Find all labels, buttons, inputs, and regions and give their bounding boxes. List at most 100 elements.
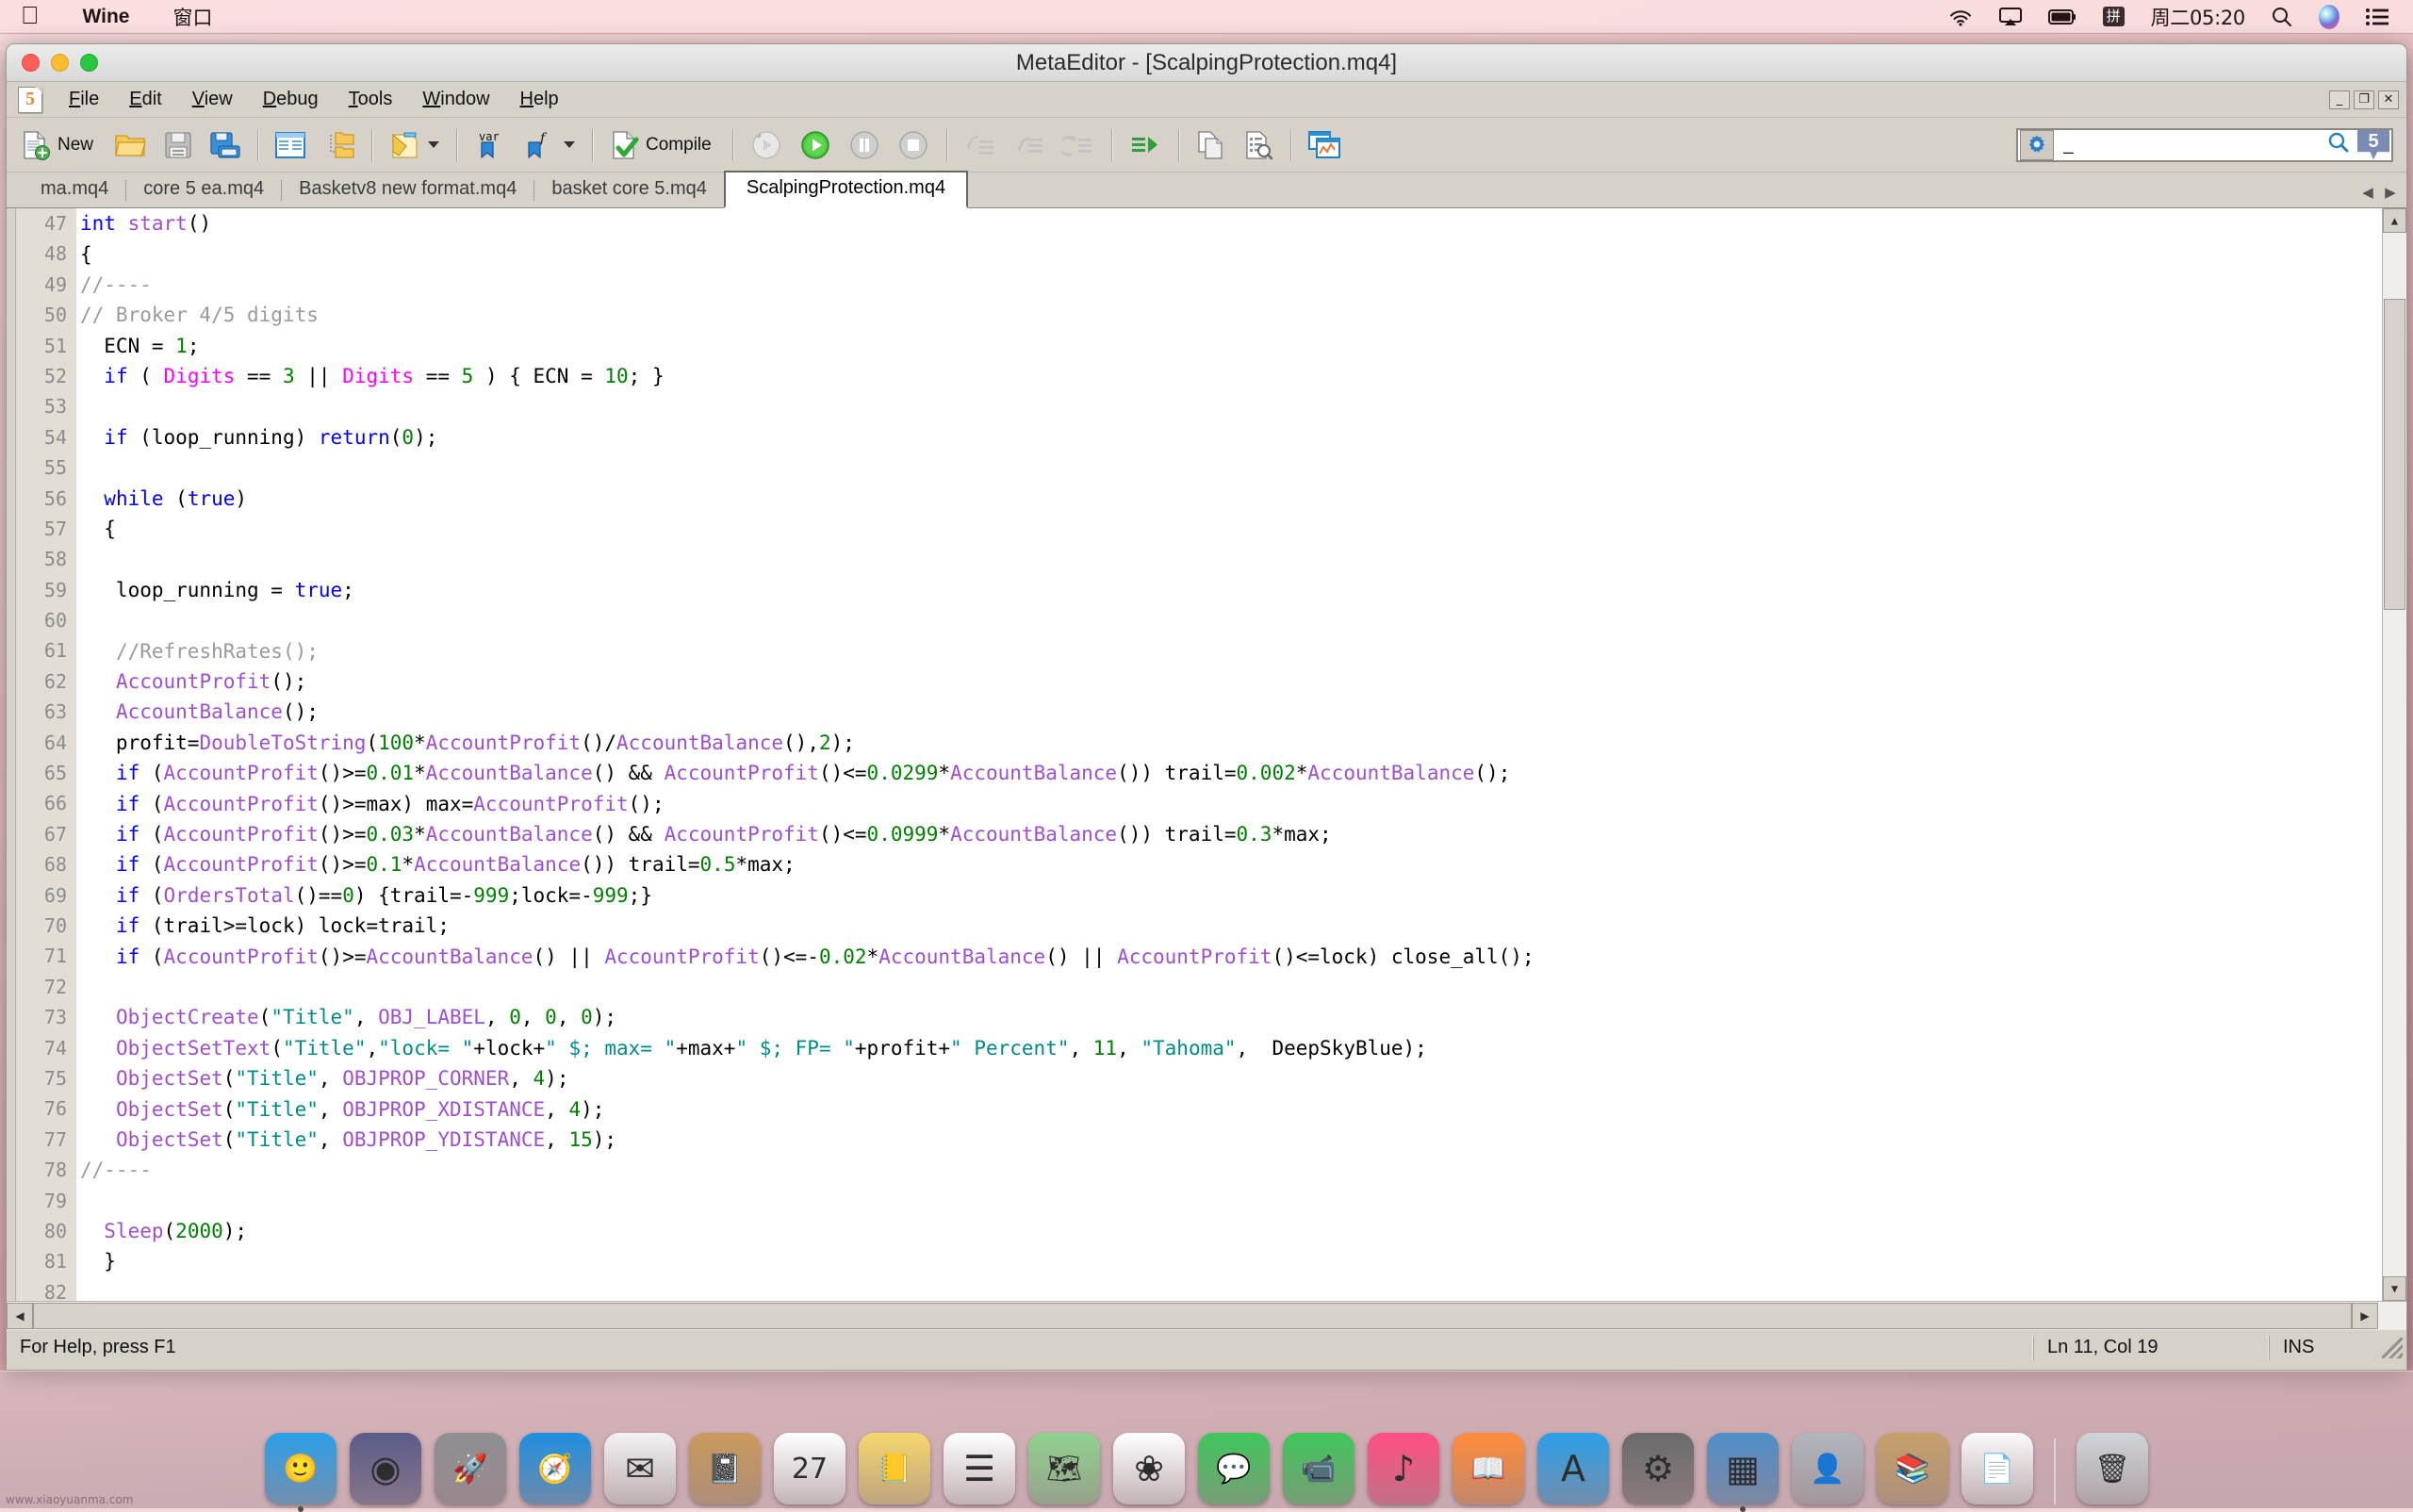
line-content[interactable]: ObjectSetText("Title","lock= "+lock+" $;…	[76, 1037, 1427, 1060]
line-content[interactable]	[76, 609, 92, 632]
line-content[interactable]: Sleep(2000);	[76, 1220, 247, 1242]
search-icon[interactable]	[2320, 131, 2357, 158]
code-line[interactable]: 75 ObjectSet("Title", OBJPROP_CORNER, 4)…	[16, 1063, 2406, 1093]
line-content[interactable]: ObjectSet("Title", OBJPROP_YDISTANCE, 15…	[76, 1128, 616, 1151]
menubar-app-name[interactable]: Wine	[83, 6, 130, 28]
line-content[interactable]: if ( Digits == 3 || Digits == 5 ) { ECN …	[76, 365, 665, 387]
line-content[interactable]: //----	[76, 273, 152, 296]
notes-button[interactable]	[382, 123, 447, 168]
tab-basket-core-5-mq4[interactable]: basket core 5.mq4	[534, 173, 724, 207]
line-content[interactable]: }	[76, 1250, 116, 1273]
code-line[interactable]: 68 if (AccountProfit()>=0.1*AccountBalan…	[16, 849, 2406, 879]
code-line[interactable]: 80 Sleep(2000);	[16, 1216, 2406, 1246]
line-content[interactable]: AccountProfit();	[76, 670, 306, 693]
wifi-icon[interactable]	[1948, 8, 1973, 26]
dock-item-trash[interactable]: 🗑	[2076, 1433, 2148, 1504]
line-content[interactable]: {	[76, 243, 92, 266]
line-content[interactable]: if (OrdersTotal()==0) {trail=-999;lock=-…	[76, 884, 652, 907]
code-line[interactable]: 67 if (AccountProfit()>=0.03*AccountBala…	[16, 819, 2406, 849]
code-line[interactable]: 50// Broker 4/5 digits	[16, 300, 2406, 330]
line-content[interactable]: profit=DoubleToString(100*AccountProfit(…	[76, 731, 855, 754]
step-back-button[interactable]	[743, 123, 790, 168]
code-line[interactable]: 76 ObjectSet("Title", OBJPROP_XDISTANCE,…	[16, 1093, 2406, 1124]
terminal-button[interactable]	[1301, 123, 1348, 168]
code-viewport[interactable]: 47int start()48{49//----50// Broker 4/5 …	[16, 208, 2406, 1301]
dock-item-maps[interactable]: 🗺	[1028, 1433, 1100, 1504]
scroll-up-button[interactable]: ▲	[2383, 208, 2406, 233]
code-line[interactable]: 79	[16, 1186, 2406, 1216]
line-content[interactable]	[76, 1190, 92, 1212]
dock-item-launchpad[interactable]: 🚀	[435, 1433, 506, 1504]
line-content[interactable]: if (AccountProfit()>=AccountBalance() ||…	[76, 945, 1535, 968]
pause-button[interactable]	[841, 123, 888, 168]
airplay-icon[interactable]	[1999, 8, 2022, 26]
dock-item-system-preferences[interactable]: ⚙	[1622, 1433, 1694, 1504]
properties-button[interactable]	[1236, 123, 1281, 168]
insert-function-button[interactable]: f	[516, 123, 583, 168]
code-line[interactable]: 47int start()	[16, 208, 2406, 238]
line-content[interactable]: if (AccountProfit()>=0.1*AccountBalance(…	[76, 853, 796, 876]
tab-basketv8-new-format-mq4[interactable]: Basketv8 new format.mq4	[282, 173, 533, 207]
code-line[interactable]: 53	[16, 391, 2406, 421]
line-content[interactable]: ObjectCreate("Title", OBJ_LABEL, 0, 0, 0…	[76, 1006, 616, 1028]
code-line[interactable]: 72	[16, 972, 2406, 1002]
tab-ma-mq4[interactable]: ma.mq4	[24, 173, 125, 207]
menu-debug[interactable]: Debug	[248, 85, 334, 114]
code-editor[interactable]: 47int start()48{49//----50// Broker 4/5 …	[7, 208, 2406, 1301]
tab-prev-button[interactable]: ◀	[2357, 181, 2378, 204]
menu-help[interactable]: Help	[505, 85, 574, 114]
line-content[interactable]: AccountBalance();	[76, 700, 319, 723]
search-box[interactable]: 5	[2016, 128, 2393, 162]
editor-horizontal-scrollbar[interactable]: ◀ ▶	[7, 1301, 2406, 1329]
mdi-close-button[interactable]: ✕	[2378, 90, 2399, 109]
spotlight-icon[interactable]	[2272, 7, 2292, 27]
notes-dropdown-caret[interactable]	[428, 141, 439, 148]
code-line[interactable]: 78//----	[16, 1155, 2406, 1185]
dock-item-calendar[interactable]: 27	[774, 1433, 845, 1504]
folder-tree-button[interactable]	[315, 123, 362, 168]
dock-item-safari[interactable]: 🧭	[519, 1433, 591, 1504]
dock-item-itunes[interactable]: ♪	[1368, 1433, 1439, 1504]
navigator-button[interactable]	[268, 123, 313, 168]
dock-item-facetime[interactable]: 📹	[1283, 1433, 1354, 1504]
dock-item-appstore[interactable]: A	[1537, 1433, 1609, 1504]
code-line[interactable]: 58	[16, 544, 2406, 574]
line-content[interactable]: {	[76, 518, 116, 540]
save-all-button[interactable]	[203, 123, 248, 168]
line-content[interactable]: if (loop_running) return(0);	[76, 426, 437, 449]
vertical-scroll-thumb[interactable]	[2384, 299, 2405, 610]
editor-vertical-scrollbar[interactable]: ▲ ▼	[2382, 208, 2406, 1301]
code-line[interactable]: 59 loop_running = true;	[16, 575, 2406, 605]
dock-item-messages[interactable]: 💬	[1198, 1433, 1270, 1504]
code-line[interactable]: 60	[16, 605, 2406, 635]
metaeditor-app-icon[interactable]: 5	[18, 87, 42, 113]
dock-item-mail[interactable]: ✉	[604, 1433, 676, 1504]
dock-item-user[interactable]: 👤	[1792, 1433, 1863, 1504]
line-content[interactable]: int start()	[76, 212, 211, 235]
compile-button[interactable]: Compile	[602, 123, 723, 168]
code-line[interactable]: 81 }	[16, 1246, 2406, 1276]
tab-next-button[interactable]: ▶	[2380, 181, 2401, 204]
insert-variable-button[interactable]: var	[467, 123, 514, 168]
siri-icon[interactable]	[2319, 5, 2339, 29]
ime-icon[interactable]: 拼	[2103, 7, 2125, 26]
scroll-down-button[interactable]: ▼	[2383, 1276, 2406, 1301]
gear-icon[interactable]	[2020, 130, 2054, 160]
notification-center-icon[interactable]	[2366, 8, 2388, 25]
new-file-button[interactable]: New	[12, 123, 105, 168]
dock-item-contacts[interactable]: 📓	[689, 1433, 761, 1504]
code-line[interactable]: 70 if (trail>=lock) lock=trail;	[16, 911, 2406, 941]
scroll-left-button[interactable]: ◀	[7, 1303, 33, 1329]
line-content[interactable]: ObjectSet("Title", OBJPROP_XDISTANCE, 4)…	[76, 1098, 604, 1121]
dock-item-encyclopedia[interactable]: 📚	[1877, 1433, 1948, 1504]
dock-item-wine-config[interactable]: ▦	[1707, 1433, 1779, 1504]
dock-item-ibooks[interactable]: 📖	[1453, 1433, 1524, 1504]
code-line[interactable]: 74 ObjectSetText("Title","lock= "+lock+"…	[16, 1033, 2406, 1063]
stop-button[interactable]	[890, 123, 937, 168]
dock-item-photos[interactable]: ❀	[1113, 1433, 1185, 1504]
scroll-right-button[interactable]: ▶	[2352, 1303, 2378, 1329]
copy-button[interactable]	[1189, 123, 1234, 168]
line-content[interactable]: // Broker 4/5 digits	[76, 304, 319, 326]
line-content[interactable]: if (AccountProfit()>=0.03*AccountBalance…	[76, 823, 1332, 846]
line-content[interactable]: ECN = 1;	[76, 335, 199, 357]
